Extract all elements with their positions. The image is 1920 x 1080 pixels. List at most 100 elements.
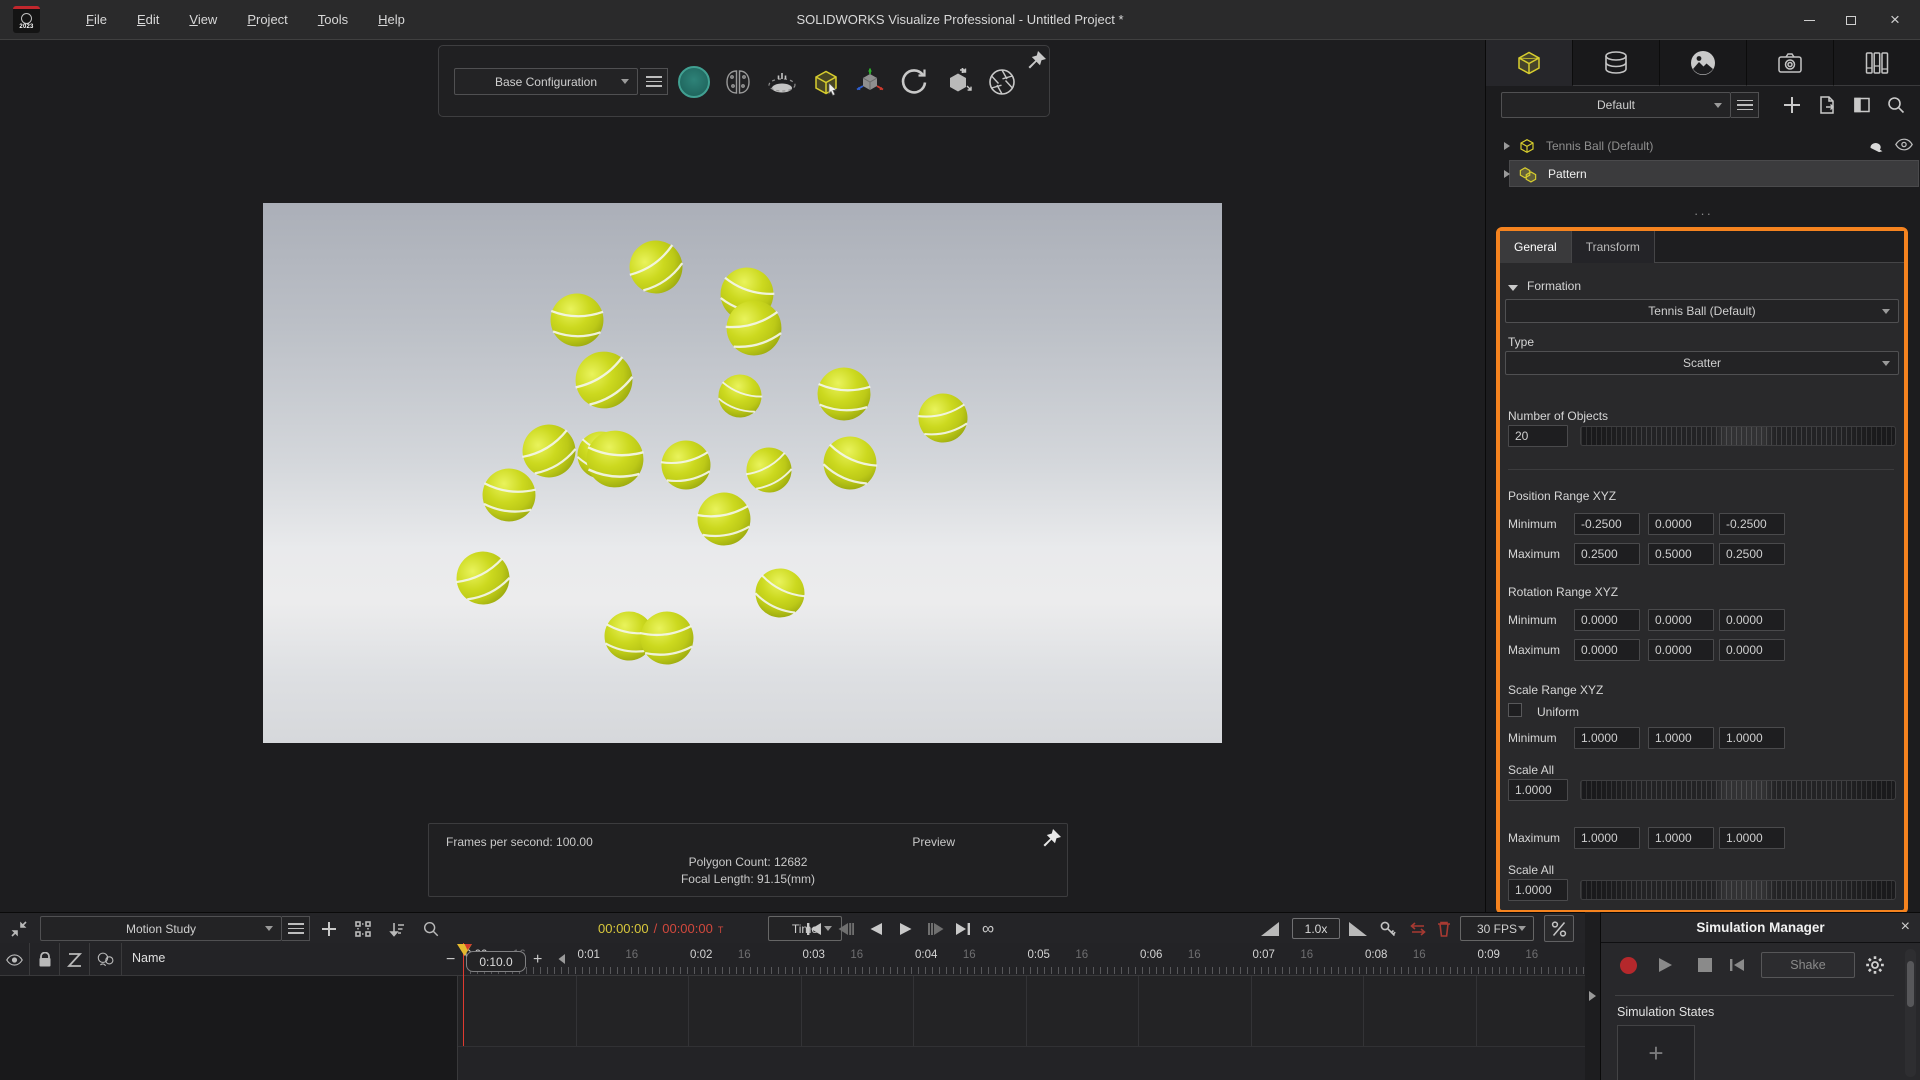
pin-toolbar-icon[interactable] (1027, 50, 1047, 72)
expand-arrow-icon[interactable] (1504, 142, 1510, 150)
sim-reset-button[interactable] (1725, 953, 1749, 977)
skip-to-start-button[interactable] (804, 919, 824, 939)
scale-min-z[interactable] (1719, 727, 1785, 749)
split-compare-icon[interactable] (720, 64, 756, 100)
timeline-search-icon[interactable] (420, 918, 442, 940)
tree-item-pattern[interactable]: Pattern (1486, 160, 1920, 187)
ramp-out-icon[interactable] (1348, 919, 1368, 939)
motion-study-menu-icon[interactable] (282, 916, 310, 941)
tab-environments[interactable] (1660, 40, 1747, 86)
visibility-eye-icon[interactable] (1895, 138, 1913, 151)
close-button[interactable]: × (1874, 0, 1916, 40)
scale-all-min-field[interactable] (1508, 779, 1568, 801)
menu-edit[interactable]: Edit (137, 12, 159, 27)
step-forward-button[interactable] (926, 919, 946, 939)
scale-max-y[interactable] (1648, 827, 1714, 849)
rotation-min-y[interactable] (1648, 609, 1714, 631)
sort-icon[interactable] (386, 918, 408, 940)
render-mode-icon[interactable] (676, 64, 712, 100)
rotation-max-x[interactable] (1574, 639, 1640, 661)
pin-info-icon[interactable] (1042, 828, 1062, 850)
scale-all-max-field[interactable] (1508, 879, 1568, 901)
rotation-max-y[interactable] (1648, 639, 1714, 661)
tree-item-tennis-ball[interactable]: Tennis Ball (Default) (1486, 132, 1920, 159)
add-icon[interactable] (1778, 92, 1806, 118)
minimize-button[interactable] (1788, 0, 1830, 40)
timeline-ruler[interactable]: 0:00160:01160:02160:03160:04160:05160:06… (458, 943, 1585, 976)
record-button[interactable] (1616, 953, 1640, 977)
panel-splitter[interactable]: ··· (1486, 206, 1920, 221)
key-icon[interactable] (1378, 919, 1398, 939)
track-list-body[interactable] (0, 976, 458, 1080)
collapse-panel-icon[interactable] (8, 918, 30, 940)
formation-section-header[interactable]: Formation (1508, 279, 1581, 293)
loop-range-icon[interactable] (1408, 919, 1428, 939)
shake-button[interactable]: Shake (1761, 952, 1855, 978)
lock-column-icon[interactable] (30, 943, 60, 976)
delete-keys-icon[interactable] (1434, 919, 1454, 939)
move-tool-icon[interactable] (852, 64, 888, 100)
search-icon[interactable] (1882, 92, 1910, 118)
scale-all-max-slider[interactable] (1580, 880, 1896, 900)
position-min-z[interactable] (1719, 513, 1785, 535)
uniform-checkbox[interactable] (1508, 703, 1522, 717)
maximize-button[interactable] (1830, 0, 1872, 40)
ramp-in-icon[interactable] (1260, 919, 1280, 939)
configuration-dropdown[interactable]: Base Configuration (454, 68, 638, 95)
library-dropdown[interactable]: Default (1501, 92, 1731, 118)
step-back-button[interactable] (836, 919, 856, 939)
tab-general[interactable]: General (1500, 231, 1572, 263)
split-view-icon[interactable] (1848, 92, 1876, 118)
position-min-x[interactable] (1574, 513, 1640, 535)
scrollbar[interactable] (1905, 949, 1916, 1077)
rotate-tool-icon[interactable] (896, 64, 932, 100)
keyframe-grid-icon[interactable] (352, 918, 374, 940)
motion-study-dropdown[interactable]: Motion Study (40, 916, 282, 941)
visibility-column-icon[interactable] (0, 943, 30, 976)
playhead[interactable] (463, 943, 464, 1046)
position-max-x[interactable] (1574, 543, 1640, 565)
type-dropdown[interactable]: Scatter (1505, 351, 1899, 375)
scale-max-z[interactable] (1719, 827, 1785, 849)
zoom-in-button[interactable]: + (533, 951, 542, 969)
position-min-y[interactable] (1648, 513, 1714, 535)
keyframe-options-icon[interactable] (1544, 915, 1574, 942)
scrollbar-thumb[interactable] (1907, 961, 1914, 1007)
menu-view[interactable]: View (189, 12, 217, 27)
menu-project[interactable]: Project (247, 12, 287, 27)
scale-max-x[interactable] (1574, 827, 1640, 849)
playback-speed-field[interactable]: 1.0x (1292, 918, 1340, 939)
sim-stop-button[interactable] (1693, 953, 1717, 977)
rotation-min-x[interactable] (1574, 609, 1640, 631)
tab-cameras[interactable] (1747, 40, 1834, 86)
track-area[interactable] (458, 976, 1585, 1046)
tab-models[interactable] (1486, 40, 1573, 86)
3d-viewport[interactable] (263, 203, 1222, 743)
panel-expand-gutter[interactable] (1585, 912, 1600, 1080)
sim-settings-gear-icon[interactable] (1863, 953, 1887, 977)
fps-dropdown[interactable]: 30 FPS (1460, 916, 1534, 941)
tab-transform[interactable]: Transform (1572, 231, 1655, 263)
scale-tool-icon[interactable] (940, 64, 976, 100)
select-object-icon[interactable] (808, 64, 844, 100)
scale-all-min-slider[interactable] (1580, 780, 1896, 800)
turntable-icon[interactable] (764, 64, 800, 100)
appearance-tag-icon[interactable] (1868, 136, 1885, 153)
skip-to-end-button[interactable] (953, 919, 973, 939)
tab-appearances[interactable] (1573, 40, 1660, 86)
close-simulation-manager-icon[interactable]: × (1901, 918, 1910, 936)
scale-min-x[interactable] (1574, 727, 1640, 749)
formation-model-dropdown[interactable]: Tennis Ball (Default) (1505, 299, 1899, 323)
library-menu-icon[interactable] (1731, 92, 1759, 118)
add-keyframe-icon[interactable] (318, 918, 340, 940)
zoom-out-button[interactable]: − (446, 951, 455, 969)
menu-file[interactable]: File (86, 12, 107, 27)
play-button[interactable] (896, 919, 916, 939)
configuration-menu-icon[interactable] (640, 68, 668, 95)
rotation-min-z[interactable] (1719, 609, 1785, 631)
number-of-objects-slider[interactable] (1580, 426, 1896, 446)
number-of-objects-field[interactable] (1508, 425, 1568, 447)
playhead-flag-icon[interactable] (457, 944, 472, 956)
sim-play-button[interactable] (1653, 953, 1677, 977)
scroll-left-icon[interactable] (558, 954, 566, 964)
